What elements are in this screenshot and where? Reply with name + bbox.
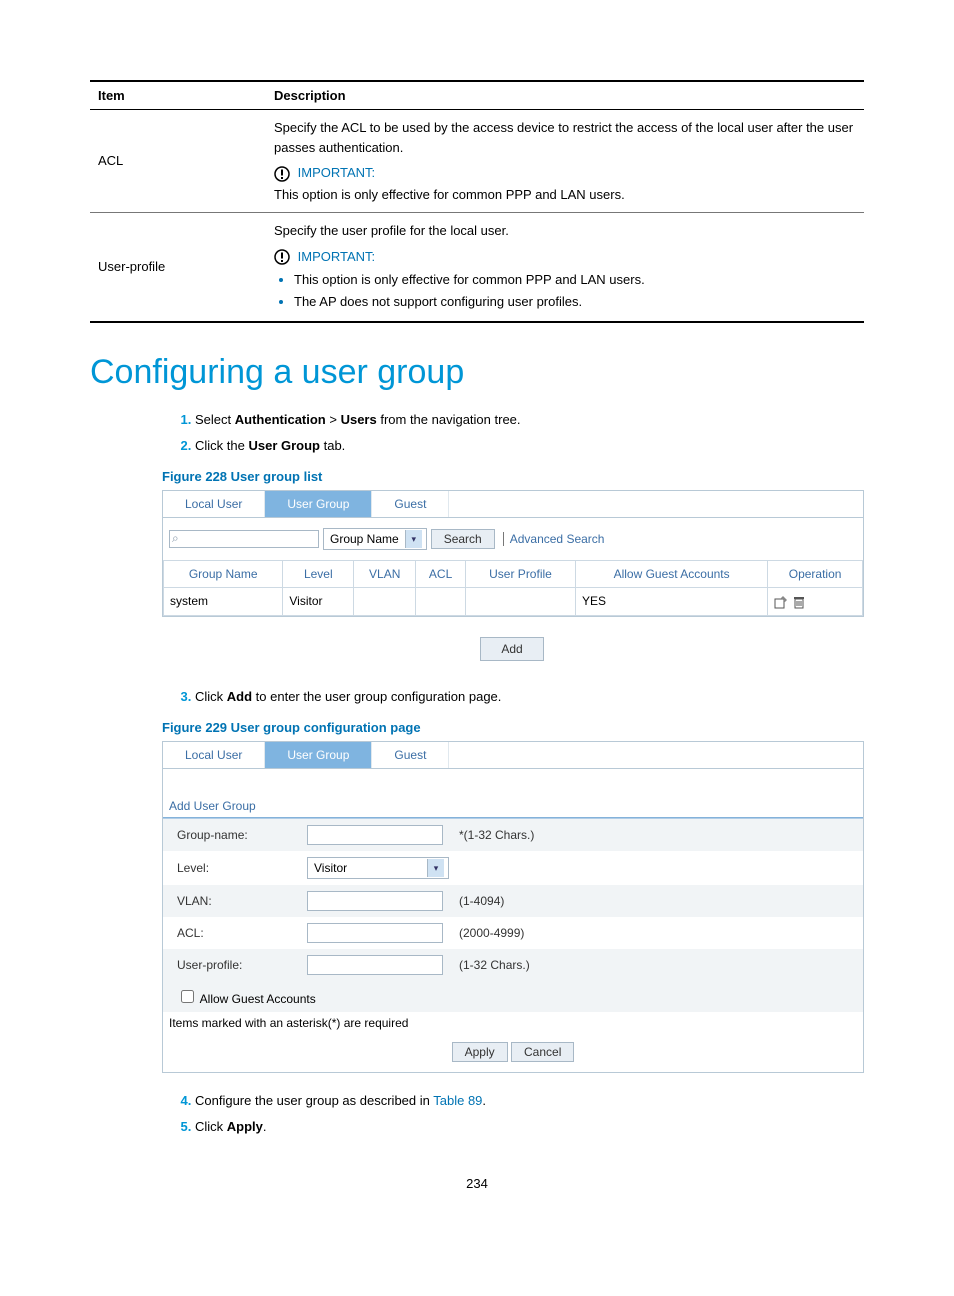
col-group-name[interactable]: Group Name <box>164 561 283 588</box>
row-acl: ACL: (2000-4999) <box>163 917 863 949</box>
user-group-list-panel: Local User User Group Guest Group Name ▾… <box>162 490 864 617</box>
form-title: Add User Group <box>163 769 863 817</box>
col-level[interactable]: Level <box>283 561 354 588</box>
tab-guest[interactable]: Guest <box>372 491 449 517</box>
col-item: Item <box>90 81 266 110</box>
input-acl[interactable] <box>307 923 443 943</box>
figure-228-caption: Figure 228 User group list <box>162 469 864 484</box>
row-acl-item: ACL <box>90 110 266 213</box>
cell-user-profile <box>465 588 575 616</box>
search-row: Group Name ▾ Search Advanced Search <box>163 518 863 560</box>
important-label: IMPORTANT: <box>298 165 376 180</box>
row-userprofile-item: User-profile <box>90 213 266 323</box>
section-heading: Configuring a user group <box>90 353 864 392</box>
label-vlan: VLAN: <box>177 894 307 908</box>
cell-acl <box>416 588 466 616</box>
table-row: system Visitor YES <box>164 588 863 616</box>
cell-allow-guest: YES <box>576 588 768 616</box>
col-acl[interactable]: ACL <box>416 561 466 588</box>
tabbar: Local User User Group Guest <box>163 491 863 518</box>
input-vlan[interactable] <box>307 891 443 911</box>
col-vlan[interactable]: VLAN <box>354 561 416 588</box>
chevron-down-icon: ▾ <box>427 859 444 877</box>
important-icon <box>274 166 290 182</box>
important-label: IMPORTANT: <box>298 249 376 264</box>
user-group-grid: Group Name Level VLAN ACL User Profile A… <box>163 560 863 616</box>
col-user-profile[interactable]: User Profile <box>465 561 575 588</box>
tabbar-2: Local User User Group Guest <box>163 742 863 769</box>
step-2: Click the User Group tab. <box>195 436 864 456</box>
figure-229-caption: Figure 229 User group configuration page <box>162 720 864 735</box>
tab-local-user[interactable]: Local User <box>163 491 265 517</box>
step-1: Select Authentication > Users from the n… <box>195 410 864 430</box>
step-3: Click Add to enter the user group config… <box>195 687 864 707</box>
checkbox-allow-guest[interactable] <box>181 990 194 1003</box>
add-button[interactable]: Add <box>480 637 543 661</box>
required-note: Items marked with an asterisk(*) are req… <box>163 1012 863 1034</box>
search-button[interactable]: Search <box>431 529 495 549</box>
cell-group-name: system <box>164 588 283 616</box>
cell-operation <box>768 588 863 616</box>
acl-desc-text: Specify the ACL to be used by the access… <box>274 118 856 157</box>
add-button-row: Add <box>162 617 862 681</box>
item-description-table: Item Description ACL Specify the ACL to … <box>90 80 864 323</box>
step-4: Configure the user group as described in… <box>195 1091 864 1111</box>
tab-user-group[interactable]: User Group <box>265 742 372 768</box>
input-user-profile[interactable] <box>307 955 443 975</box>
tab-local-user[interactable]: Local User <box>163 742 265 768</box>
row-user-profile: User-profile: (1-32 Chars.) <box>163 949 863 981</box>
input-group-name[interactable] <box>307 825 443 845</box>
table-89-link[interactable]: Table 89 <box>433 1093 482 1108</box>
tab-guest[interactable]: Guest <box>372 742 449 768</box>
select-level[interactable]: Visitor ▾ <box>307 857 449 879</box>
row-acl-desc: Specify the ACL to be used by the access… <box>266 110 864 213</box>
row-userprofile-desc: Specify the user profile for the local u… <box>266 213 864 323</box>
chevron-down-icon: ▾ <box>405 530 422 548</box>
cell-level: Visitor <box>283 588 354 616</box>
advanced-search-link[interactable]: Advanced Search <box>503 532 605 546</box>
level-value: Visitor <box>314 861 347 875</box>
cancel-button[interactable]: Cancel <box>511 1042 574 1062</box>
apply-button[interactable]: Apply <box>452 1042 508 1062</box>
allow-guest-text: Allow Guest Accounts <box>200 992 316 1006</box>
hint-user-profile: (1-32 Chars.) <box>459 958 530 972</box>
row-level: Level: Visitor ▾ <box>163 851 863 885</box>
label-group-name: Group-name: <box>177 828 307 842</box>
col-desc: Description <box>266 81 864 110</box>
form-actions: Apply Cancel <box>163 1034 863 1066</box>
userprofile-desc-text: Specify the user profile for the local u… <box>274 221 856 241</box>
search-input[interactable] <box>169 530 319 548</box>
delete-icon[interactable] <box>792 595 806 609</box>
cell-vlan <box>354 588 416 616</box>
label-level: Level: <box>177 861 307 875</box>
col-allow-guest[interactable]: Allow Guest Accounts <box>576 561 768 588</box>
row-allow-guest: Allow Guest Accounts <box>163 981 863 1012</box>
hint-group-name: *(1-32 Chars.) <box>459 828 534 842</box>
hint-acl: (2000-4999) <box>459 926 524 940</box>
col-operation[interactable]: Operation <box>768 561 863 588</box>
important-icon <box>274 249 290 265</box>
hint-vlan: (1-4094) <box>459 894 504 908</box>
label-acl: ACL: <box>177 926 307 940</box>
tab-user-group[interactable]: User Group <box>265 491 372 517</box>
userprofile-bullet-2: The AP does not support configuring user… <box>294 292 856 312</box>
userprofile-bullet-1: This option is only effective for common… <box>294 270 856 290</box>
row-vlan: VLAN: (1-4094) <box>163 885 863 917</box>
checkbox-allow-guest-label[interactable]: Allow Guest Accounts <box>177 992 316 1006</box>
row-group-name: Group-name: *(1-32 Chars.) <box>163 819 863 851</box>
user-group-config-panel: Local User User Group Guest Add User Gro… <box>162 741 864 1073</box>
acl-note: This option is only effective for common… <box>274 185 856 205</box>
page-number: 234 <box>90 1176 864 1191</box>
label-user-profile: User-profile: <box>177 958 307 972</box>
search-field-value: Group Name <box>330 532 399 546</box>
edit-icon[interactable] <box>774 595 788 609</box>
search-field-select[interactable]: Group Name ▾ <box>323 528 427 550</box>
step-5: Click Apply. <box>195 1117 864 1137</box>
